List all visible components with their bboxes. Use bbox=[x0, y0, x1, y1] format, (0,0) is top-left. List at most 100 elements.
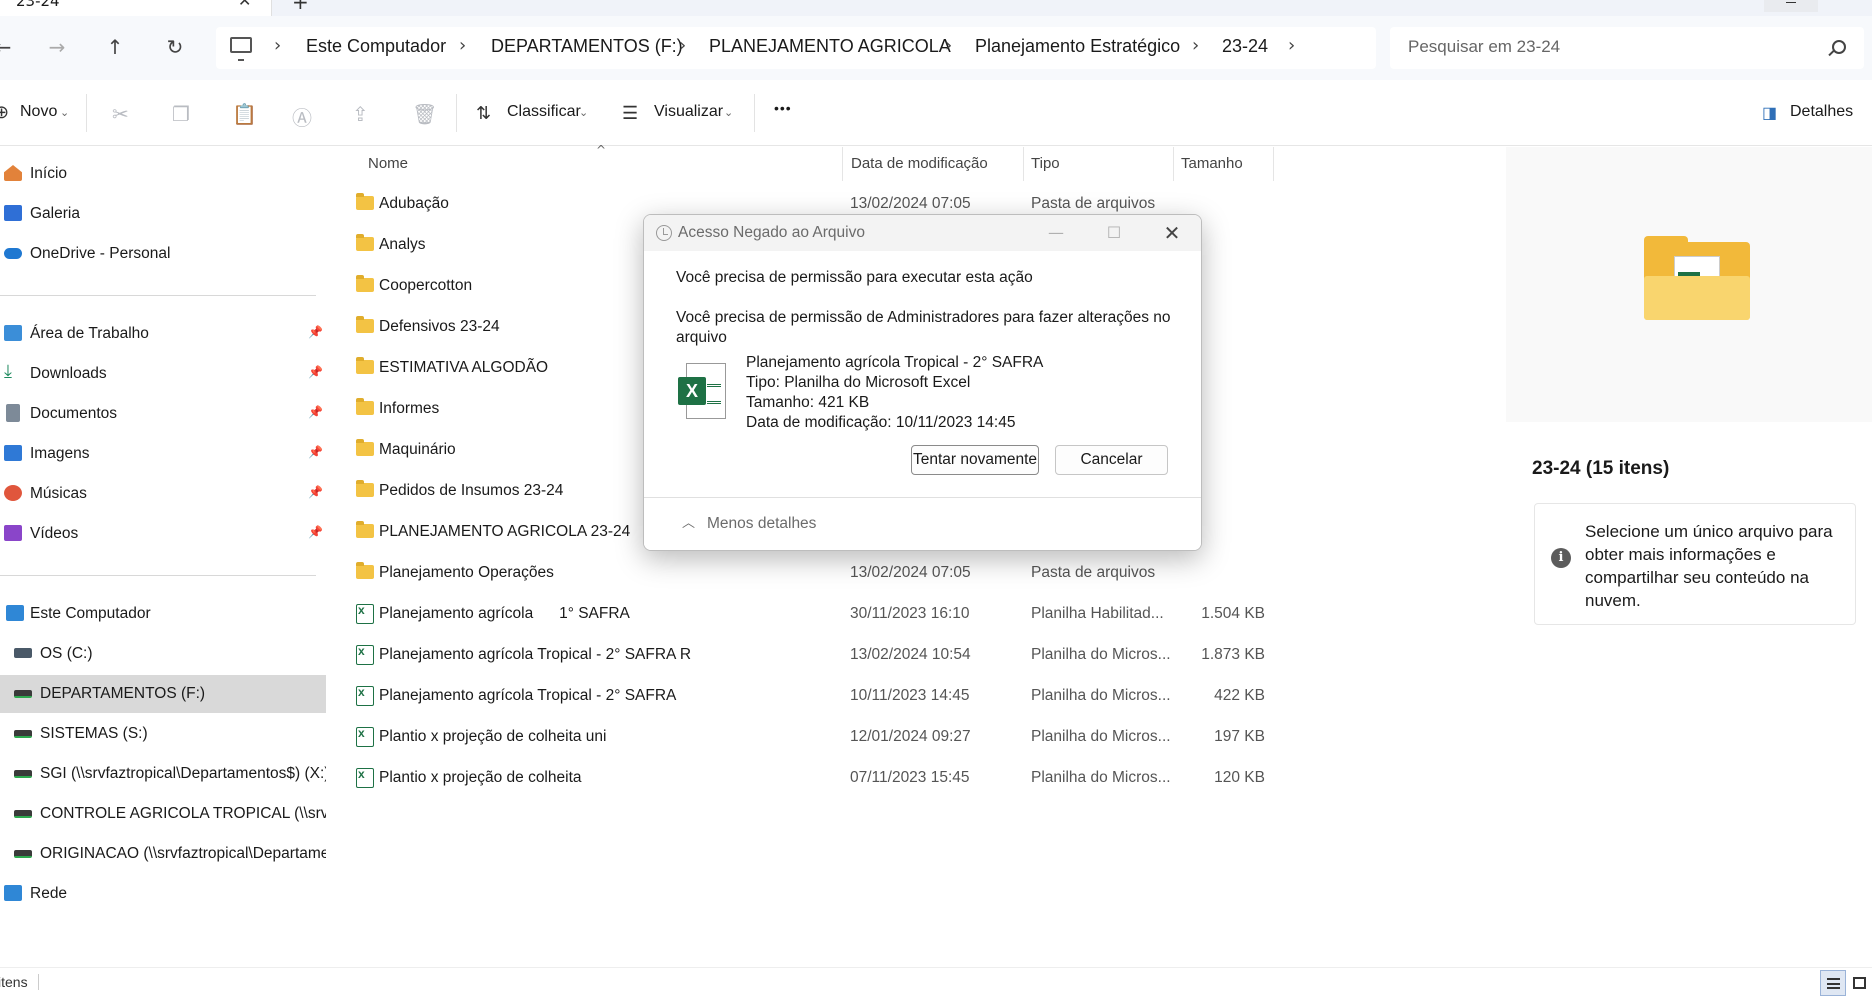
sidebar-item-videos[interactable]: Vídeos 📌 bbox=[0, 515, 326, 553]
dialog-file-type: Tipo: Planilha do Microsoft Excel bbox=[746, 374, 971, 391]
pin-icon[interactable]: 📌 bbox=[308, 405, 323, 419]
details-view-button[interactable] bbox=[1820, 970, 1846, 996]
back-arrow-icon[interactable]: ← bbox=[0, 32, 20, 62]
paste-icon[interactable]: 📋 bbox=[232, 102, 257, 126]
view-button[interactable]: Visualizar bbox=[654, 103, 723, 121]
details-button[interactable]: Detalhes bbox=[1790, 103, 1853, 121]
column-divider[interactable] bbox=[1273, 147, 1274, 181]
file-size: 422 KB bbox=[1214, 687, 1265, 704]
file-row[interactable]: Plantio x projeção de colheita uni 12/01/… bbox=[330, 719, 1270, 760]
chevron-right-icon[interactable]: › bbox=[1288, 35, 1295, 56]
sidebar-item-downloads[interactable]: ⤓ Downloads 📌 bbox=[0, 355, 326, 393]
column-header-name[interactable]: Nome bbox=[368, 155, 408, 172]
tab-current[interactable]: 23-24 ✕ bbox=[0, 0, 272, 16]
details-pane-icon[interactable]: ◨ bbox=[1762, 103, 1777, 123]
retry-button[interactable]: Tentar novamente bbox=[911, 445, 1039, 475]
column-header-type[interactable]: Tipo bbox=[1031, 155, 1060, 172]
computer-icon bbox=[6, 605, 24, 621]
sidebar-item-os-c[interactable]: OS (C:) bbox=[0, 635, 326, 673]
up-arrow-icon[interactable]: ↑ bbox=[98, 32, 132, 62]
computer-icon[interactable] bbox=[230, 37, 252, 61]
new-tab-button[interactable]: + bbox=[292, 0, 309, 14]
cut-icon[interactable]: ✂ bbox=[112, 102, 129, 126]
forward-arrow-icon[interactable]: → bbox=[40, 32, 74, 62]
pin-icon[interactable]: 📌 bbox=[308, 325, 323, 339]
sidebar-item-label: Início bbox=[30, 165, 68, 182]
sidebar-item-galeria[interactable]: Galeria bbox=[0, 195, 326, 233]
search-icon[interactable] bbox=[1832, 40, 1846, 54]
file-row[interactable]: Plantio x projeção de colheita 07/11/2023… bbox=[330, 760, 1270, 801]
sort-icon[interactable]: ⇅ bbox=[476, 103, 491, 124]
sidebar-item-rede[interactable]: Rede bbox=[0, 875, 326, 913]
chevron-down-icon[interactable]: ⌄ bbox=[60, 106, 69, 119]
details-title: 23-24 (15 itens) bbox=[1532, 458, 1670, 479]
breadcrumb-planejamento-agricola[interactable]: PLANEJAMENTO AGRICOLA bbox=[709, 36, 951, 57]
dialog-minimize-icon[interactable]: — bbox=[1036, 219, 1076, 247]
file-row[interactable]: Planejamento agrícola Tropical - 2° SAFR… bbox=[330, 637, 1270, 678]
search-box[interactable]: Pesquisar em 23-24 bbox=[1390, 27, 1864, 69]
chevron-right-icon[interactable]: › bbox=[1192, 35, 1199, 56]
file-row[interactable]: Planejamento Operações 13/02/2024 07:05 Pa… bbox=[330, 555, 1270, 596]
chevron-down-icon[interactable]: ⌄ bbox=[724, 106, 733, 119]
breadcrumb-departamentos[interactable]: DEPARTAMENTOS (F:) bbox=[491, 36, 683, 57]
chevron-right-icon[interactable]: › bbox=[945, 35, 952, 56]
breadcrumb-este-computador[interactable]: Este Computador bbox=[306, 36, 446, 57]
folder-icon bbox=[356, 275, 374, 292]
column-header-modified[interactable]: Data de modificação bbox=[851, 155, 988, 172]
sidebar-item-sistemas[interactable]: SISTEMAS (S:) bbox=[0, 715, 326, 753]
new-button[interactable]: Novo bbox=[20, 103, 57, 121]
tab-close-icon[interactable]: ✕ bbox=[238, 0, 251, 10]
chevron-right-icon[interactable]: › bbox=[459, 35, 466, 56]
sidebar-item-documentos[interactable]: Documentos 📌 bbox=[0, 395, 326, 433]
sidebar-item-area-de-trabalho[interactable]: Área de Trabalho 📌 bbox=[0, 315, 326, 353]
copy-icon[interactable]: ❐ bbox=[172, 102, 190, 126]
chevron-right-icon[interactable]: › bbox=[679, 35, 686, 56]
file-row[interactable]: Planejamento agrícola 1° SAFRA 30/11/2023… bbox=[330, 596, 1270, 637]
pin-icon[interactable]: 📌 bbox=[308, 365, 323, 379]
column-divider[interactable] bbox=[1173, 147, 1174, 181]
details-pane: X 23-24 (15 itens) i Selecione um único … bbox=[1506, 147, 1872, 967]
tiles-view-button[interactable] bbox=[1846, 970, 1872, 996]
pin-icon[interactable]: 📌 bbox=[308, 445, 323, 459]
breadcrumb-23-24[interactable]: 23-24 bbox=[1222, 36, 1268, 57]
less-details-button[interactable]: Menos detalhes bbox=[707, 515, 816, 533]
sort-button[interactable]: Classificar bbox=[507, 103, 581, 121]
dialog-close-icon[interactable]: ✕ bbox=[1152, 219, 1192, 247]
share-icon[interactable]: ⇪ bbox=[352, 102, 369, 126]
column-divider[interactable] bbox=[842, 147, 843, 181]
sidebar-item-departamentos[interactable]: DEPARTAMENTOS (F:) bbox=[0, 675, 326, 713]
file-modified-date: 07/11/2023 15:45 bbox=[850, 769, 970, 786]
sidebar-item-musicas[interactable]: Músicas 📌 bbox=[0, 475, 326, 513]
delete-icon[interactable]: 🗑 bbox=[412, 102, 437, 126]
rename-icon[interactable]: Ⓐ bbox=[292, 102, 312, 131]
pin-icon[interactable]: 📌 bbox=[308, 525, 323, 539]
dialog-maximize-icon[interactable]: ☐ bbox=[1094, 219, 1134, 247]
network-drive-icon bbox=[14, 730, 32, 738]
chevron-right-icon[interactable]: › bbox=[274, 35, 281, 56]
more-options-icon[interactable]: ••• bbox=[774, 100, 792, 116]
refresh-icon[interactable]: ↻ bbox=[158, 32, 192, 62]
column-header-size[interactable]: Tamanho bbox=[1181, 155, 1243, 172]
new-plus-icon[interactable]: ⊕ bbox=[0, 102, 9, 123]
cancel-button[interactable]: Cancelar bbox=[1055, 445, 1168, 475]
chevron-down-icon[interactable]: ⌄ bbox=[579, 106, 588, 119]
file-modified-date: 13/02/2024 10:54 bbox=[850, 646, 971, 663]
sidebar-item-label: Este Computador bbox=[30, 605, 151, 622]
pin-icon[interactable]: 📌 bbox=[308, 485, 323, 499]
chevron-up-icon[interactable]: ︿ bbox=[682, 512, 695, 531]
file-row[interactable]: Planejamento agrícola Tropical - 2° SAFR… bbox=[330, 678, 1270, 719]
sidebar-item-inicio[interactable]: Início bbox=[0, 155, 326, 193]
breadcrumb-planejamento-estrategico[interactable]: Planejamento Estratégico bbox=[975, 36, 1180, 57]
sidebar-item-este-computador[interactable]: Este Computador bbox=[0, 595, 326, 633]
column-divider[interactable] bbox=[1023, 147, 1024, 181]
dialog-titlebar[interactable]: Acesso Negado ao Arquivo — ☐ ✕ bbox=[644, 215, 1201, 251]
sidebar-item-onedrive[interactable]: OneDrive - Personal bbox=[0, 235, 326, 273]
folder-icon bbox=[356, 193, 374, 210]
search-placeholder[interactable]: Pesquisar em 23-24 bbox=[1408, 37, 1560, 57]
sidebar-item-controle-agricola[interactable]: CONTROLE AGRICOLA TROPICAL (\\srvfaztr bbox=[0, 795, 326, 833]
sidebar-item-sgi[interactable]: SGI (\\srvfaztropical\Departamentos$) (X… bbox=[0, 755, 326, 793]
minimize-window-button[interactable] bbox=[1764, 0, 1818, 12]
sidebar-item-imagens[interactable]: Imagens 📌 bbox=[0, 435, 326, 473]
view-icon[interactable]: ☰ bbox=[622, 103, 638, 124]
sidebar-item-originacao[interactable]: ORIGINACAO (\\srvfaztropical\Departamen bbox=[0, 835, 326, 873]
